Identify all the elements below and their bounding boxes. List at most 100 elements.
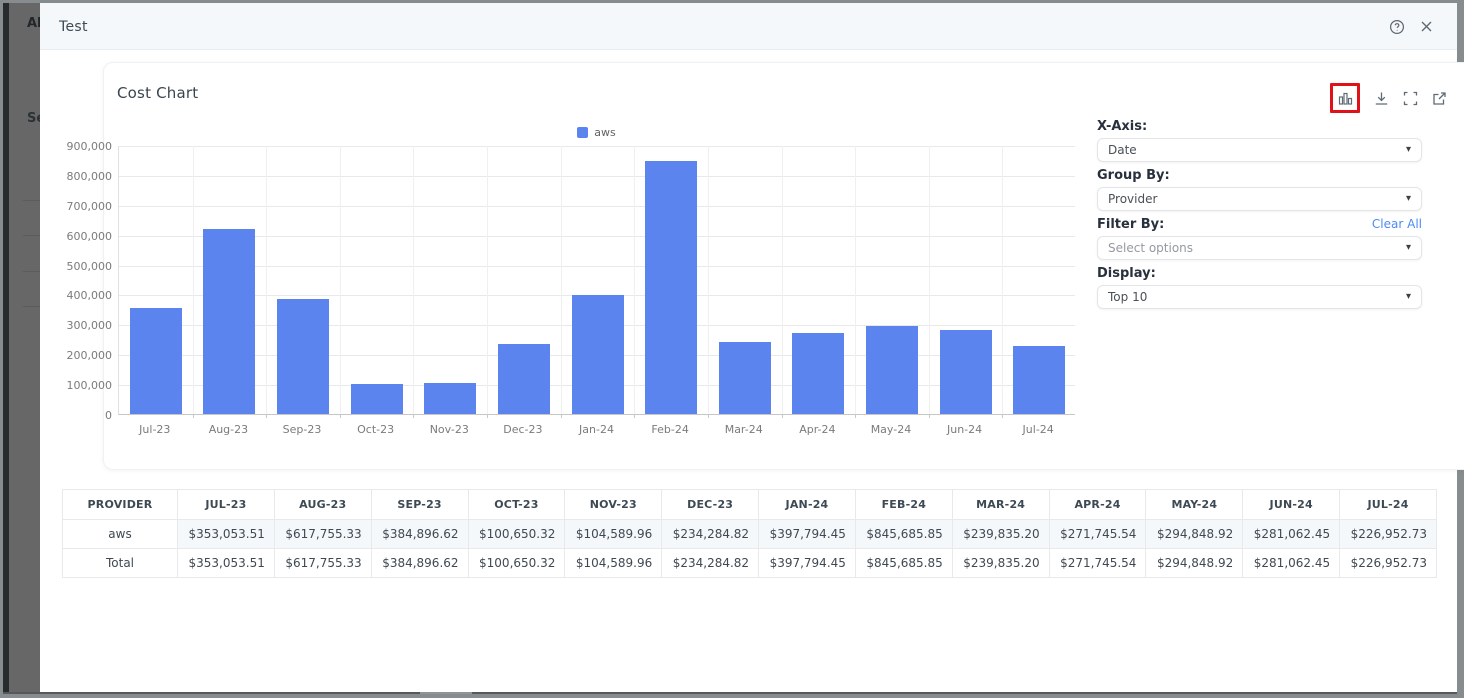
cost-value-cell: $104,589.96	[565, 520, 662, 549]
x-axis-tick-label: Oct-23	[339, 423, 413, 436]
display-label: Display:	[1097, 266, 1156, 281]
cost-value-cell: $294,848.92	[1146, 549, 1243, 578]
background-dimmed-page: Al Se	[9, 3, 40, 692]
gridline	[119, 236, 1075, 237]
background-clipped-text: Se	[27, 111, 40, 126]
x-axis-label: X-Axis:	[1097, 119, 1147, 134]
open-external-icon[interactable]	[1431, 90, 1447, 106]
bar-Sep-23	[277, 299, 329, 414]
gridline	[782, 146, 783, 414]
display-dropdown[interactable]: Top 10 ▾	[1097, 285, 1422, 309]
cost-value-cell: $397,794.45	[759, 549, 856, 578]
bar-Apr-24	[792, 333, 844, 414]
background-row-divider	[23, 306, 40, 307]
gridline	[413, 146, 414, 414]
display-selected-value: Top 10	[1108, 290, 1147, 304]
cost-value-cell: $845,685.85	[855, 549, 952, 578]
filter-by-label: Filter By:	[1097, 217, 1164, 232]
table-header-nov-23: NOV-23	[565, 490, 662, 520]
legend-swatch-aws	[577, 127, 588, 138]
x-axis-tick-label: Jul-23	[118, 423, 192, 436]
x-axis-tick-label: Jul-24	[1001, 423, 1075, 436]
cost-value-cell: $100,650.32	[468, 549, 565, 578]
bar-chart-icon[interactable]	[1337, 90, 1353, 106]
bar-Jan-24	[572, 295, 624, 414]
cost-value-cell: $234,284.82	[662, 520, 759, 549]
x-axis-tick-label: May-24	[854, 423, 928, 436]
cost-value-cell: $239,835.20	[952, 520, 1049, 549]
screen: Al Se Test	[0, 0, 1464, 698]
x-axis-tick	[1002, 414, 1003, 418]
gridline	[119, 146, 1075, 147]
bar-Jul-24	[1013, 346, 1065, 414]
x-axis-tick	[487, 414, 488, 418]
y-axis-tick-label: 700,000	[42, 200, 112, 213]
chart-plot-area	[118, 146, 1075, 415]
x-axis-tick-label: Feb-24	[633, 423, 707, 436]
x-axis-tick-label: Nov-23	[412, 423, 486, 436]
gridline	[266, 146, 267, 414]
gridline	[119, 176, 1075, 177]
display-control: Display: Top 10 ▾	[1097, 265, 1422, 309]
cost-value-cell: $294,848.92	[1146, 520, 1243, 549]
y-axis-tick-label: 900,000	[42, 140, 112, 153]
table-header-jan-24: JAN-24	[759, 490, 856, 520]
table-header-jul-24: JUL-24	[1340, 490, 1437, 520]
x-axis-tick	[340, 414, 341, 418]
chevron-down-icon: ▾	[1406, 194, 1411, 204]
clear-all-link[interactable]: Clear All	[1372, 217, 1422, 231]
table-row-aws: aws$353,053.51$617,755.33$384,896.62$100…	[63, 520, 1437, 549]
provider-cell: Total	[63, 549, 178, 578]
cost-value-cell: $384,896.62	[371, 520, 468, 549]
x-axis-tick	[708, 414, 709, 418]
table-header-provider: PROVIDER	[63, 490, 178, 520]
cost-value-cell: $239,835.20	[952, 549, 1049, 578]
legend-label: aws	[594, 126, 615, 139]
gridline	[634, 146, 635, 414]
card-title: Cost Chart	[117, 84, 198, 102]
background-row-divider	[23, 200, 40, 201]
provider-cell: aws	[63, 520, 178, 549]
bar-Jun-24	[940, 330, 992, 414]
x-axis-tick-label: Aug-23	[192, 423, 266, 436]
close-icon[interactable]	[1418, 18, 1435, 35]
bar-Feb-24	[645, 161, 697, 414]
cost-value-cell: $234,284.82	[662, 549, 759, 578]
gridline	[340, 146, 341, 414]
cost-value-cell: $397,794.45	[759, 520, 856, 549]
filter-by-dropdown[interactable]: Select options ▾	[1097, 236, 1422, 260]
y-axis-tick-label: 200,000	[42, 349, 112, 362]
fullscreen-icon[interactable]	[1402, 90, 1418, 106]
cost-value-cell: $617,755.33	[274, 520, 371, 549]
x-axis-tick	[266, 414, 267, 418]
bar-Nov-23	[424, 383, 476, 414]
group-by-dropdown[interactable]: Provider ▾	[1097, 187, 1422, 211]
chevron-down-icon: ▾	[1406, 145, 1411, 155]
help-icon[interactable]	[1388, 18, 1405, 35]
download-icon[interactable]	[1373, 90, 1389, 106]
chart-legend[interactable]: aws	[118, 126, 1075, 139]
y-axis-tick-label: 400,000	[42, 289, 112, 302]
gridline	[193, 146, 194, 414]
gridline	[487, 146, 488, 414]
x-axis-tick	[413, 414, 414, 418]
x-axis-dropdown[interactable]: Date ▾	[1097, 138, 1422, 162]
background-clipped-text: Al	[27, 16, 40, 31]
filter-by-placeholder: Select options	[1108, 241, 1193, 255]
table-header-mar-24: MAR-24	[952, 490, 1049, 520]
cost-value-cell: $617,755.33	[274, 549, 371, 578]
gridline	[561, 146, 562, 414]
group-by-selected-value: Provider	[1108, 192, 1157, 206]
gridline	[119, 206, 1075, 207]
gridline	[708, 146, 709, 414]
horizontal-scrollbar-thumb[interactable]	[420, 692, 472, 694]
cost-value-cell: $281,062.45	[1243, 549, 1340, 578]
cost-value-cell: $353,053.51	[178, 549, 275, 578]
bar-Dec-23	[498, 344, 550, 414]
table-header-jul-23: JUL-23	[178, 490, 275, 520]
bar-May-24	[866, 326, 918, 414]
cost-value-cell: $845,685.85	[855, 520, 952, 549]
background-row-divider	[23, 271, 40, 272]
table-header-sep-23: SEP-23	[371, 490, 468, 520]
y-axis-tick-label: 300,000	[42, 319, 112, 332]
